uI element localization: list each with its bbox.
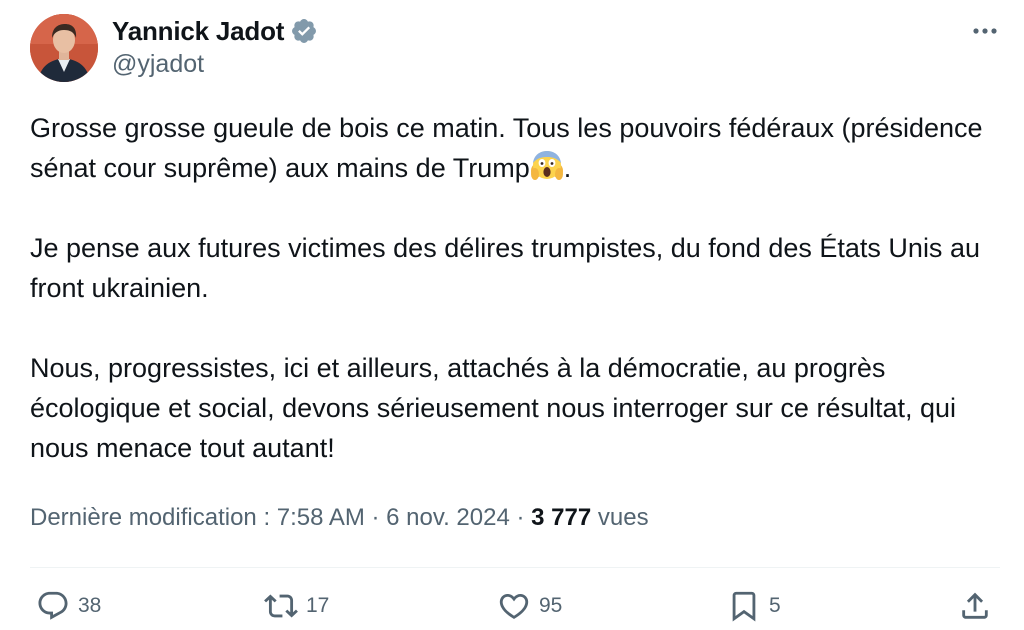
tweet-paragraph: Nous, progressistes, ici et ailleurs, at… [30,353,957,463]
like-count: 95 [539,594,563,617]
like-button[interactable]: 95 [497,586,562,626]
verified-badge-icon[interactable] [290,17,318,45]
tweet-paragraph-suffix: . [563,153,572,183]
reply-bubble-icon [36,589,70,623]
tweet-card: Yannick Jadot @yjadot Grosse grosse gueu… [0,0,1024,630]
repost-button[interactable]: 17 [264,586,329,626]
tweet-paragraph-text: Grosse grosse gueule de bois ce matin. T… [30,113,983,183]
tweet-text: Grosse grosse gueule de bois ce matin. T… [30,108,990,468]
avatar[interactable] [30,14,98,82]
more-dots-icon[interactable] [970,16,1000,46]
share-button[interactable] [958,586,992,626]
views-count: 3 777 [531,504,592,531]
edited-timestamp[interactable]: Dernière modification : 7:58 AM · 6 nov.… [30,504,531,531]
bookmark-icon [727,589,761,623]
repost-arrows-icon [264,589,298,623]
tweet-paragraph: Grosse grosse gueule de bois ce matin. T… [30,108,990,188]
views-label: vues [591,504,649,531]
divider [30,567,1000,568]
repost-count: 17 [306,594,330,617]
reply-button[interactable]: 38 [36,586,101,626]
author-name[interactable]: Yannick Jadot [112,16,284,47]
tweet-meta: Dernière modification : 7:58 AM · 6 nov.… [30,504,649,532]
heart-icon [497,589,531,623]
reply-count: 38 [78,594,102,617]
bookmark-count: 5 [769,594,781,617]
action-bar: 38 17 95 5 [0,586,1024,626]
author-name-row: Yannick Jadot [112,14,318,48]
bookmark-button[interactable]: 5 [727,586,781,626]
share-upload-icon [958,589,992,623]
tweet-paragraph: Je pense aux futures victimes des délire… [30,233,980,303]
face-screaming-in-fear-icon [530,149,564,183]
author-handle[interactable]: @yjadot [112,50,204,79]
